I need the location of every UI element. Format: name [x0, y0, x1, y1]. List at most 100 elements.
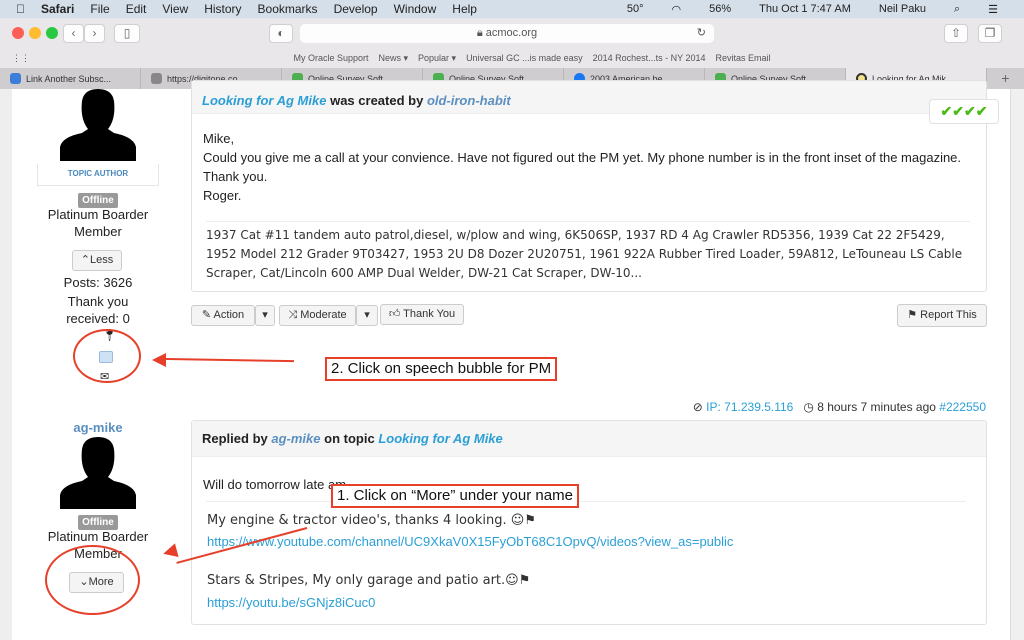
tabs-overview-button[interactable]: ❐ [978, 24, 1002, 43]
menu-edit[interactable]: Edit [126, 2, 147, 16]
less-button[interactable]: ⌃Less [72, 250, 122, 271]
moderate-button[interactable]: ⤨ Moderate [279, 305, 356, 326]
weather-text: 50° [626, 3, 644, 15]
action-button[interactable]: ✎ Action [191, 305, 255, 326]
sidebar-button[interactable]: ▯ [114, 24, 140, 43]
annotation-step-2: 2. Click on speech bubble for PM [325, 357, 558, 381]
wifi-icon[interactable]: ◠ [672, 3, 682, 16]
menu-bookmarks[interactable]: Bookmarks [258, 2, 318, 16]
status-area: 50° ◠ 56% Thu Oct 1 7:47 AM Neil Paku ⌕ … [627, 0, 1014, 18]
ip-link[interactable]: IP: 71.239.5.116 [706, 400, 793, 414]
search-icon[interactable]: ⌕ [954, 3, 960, 16]
annotation-step-1: 1. Click on “More” under your name [331, 484, 579, 508]
thanks-received: Thank you received: 0 [66, 294, 130, 326]
arrow-head-icon [161, 543, 179, 561]
post: Looking for Ag Mike was created by old-i… [191, 80, 999, 292]
menu-help[interactable]: Help [452, 2, 477, 16]
privacy-shield-icon[interactable]: ◐ [269, 24, 293, 43]
post-time: 8 hours 7 minutes ago [817, 400, 936, 414]
smiley-flag-icon: ☺⚑ [510, 513, 537, 528]
forward-button[interactable]: › [84, 24, 105, 43]
moderate-dropdown[interactable]: ▾ [356, 305, 378, 326]
close-window-button[interactable] [12, 27, 24, 39]
flag-icon: ⚑ [907, 309, 918, 321]
bookmark[interactable]: Popular ▾ [418, 53, 456, 64]
annotation-circle [73, 329, 141, 383]
url-text: acmoc.org [485, 27, 538, 39]
lock-icon: 🔒︎ [476, 27, 483, 39]
thank-you-button[interactable]: 👍︎ Thank You [380, 304, 464, 325]
signature-text: Stars & Stripes, My only garage and pati… [207, 573, 506, 588]
author-link[interactable]: ag-mike [271, 431, 320, 446]
apple-icon[interactable]:  [16, 2, 25, 16]
post-body: Will do tomorrow late am. [203, 477, 350, 492]
post-meta: ⊘ IP: 71.239.5.116 ◷ 8 hours 7 minutes a… [693, 400, 986, 414]
avatar[interactable] [60, 437, 136, 509]
user-rank: Platinum Boarder Member [47, 207, 149, 239]
battery-text[interactable]: 56% [709, 3, 731, 15]
avatar[interactable] [60, 89, 136, 161]
chevron-up-icon: ⌃ [80, 254, 90, 266]
body-line: Mike, [203, 131, 235, 146]
thumbs-up-icon: 👍︎ [388, 308, 401, 320]
user-name[interactable]: Neil Paku [879, 3, 926, 15]
post-id-link[interactable]: #222550 [939, 400, 986, 414]
menu-window[interactable]: Window [394, 2, 437, 16]
new-tab-button[interactable]: + [987, 68, 1024, 89]
menu-view[interactable]: View [162, 2, 188, 16]
menu-app[interactable]: Safari [41, 2, 74, 16]
topic-link[interactable]: Looking for Ag Mike [202, 93, 326, 108]
bookmark[interactable]: Universal GC ...is made easy [466, 53, 583, 63]
username-link[interactable]: ag-mike [30, 420, 166, 435]
minimize-window-button[interactable] [29, 27, 41, 39]
topic-link[interactable]: Looking for Ag Mike [378, 431, 502, 446]
report-button[interactable]: ⚑ Report This [897, 304, 987, 327]
annotation-arrow [159, 357, 295, 363]
menu-history[interactable]: History [204, 2, 241, 16]
bookmarks-bar: ⋮⋮ My Oracle Support News ▾ Popular ▾ Un… [0, 48, 1024, 68]
rating-checkmarks-icon: ✔✔✔✔ [929, 99, 999, 124]
signature-divider [206, 501, 966, 502]
favicon-icon [10, 73, 21, 84]
signature-line: My engine & tractor video's, thanks 4 lo… [207, 511, 536, 530]
action-dropdown[interactable]: ▾ [255, 305, 275, 326]
page-margin [0, 89, 12, 640]
arrow-head-icon [152, 353, 166, 367]
body-line: Thank you. [203, 169, 268, 184]
menu-file[interactable]: File [90, 2, 109, 16]
reload-icon[interactable]: ↻ [697, 24, 706, 43]
back-button[interactable]: ‹ [63, 24, 84, 43]
menu-develop[interactable]: Develop [334, 2, 378, 16]
annotation-circle [45, 545, 140, 615]
youtube-video-link[interactable]: https://youtu.be/sGNjz8iCuc0 [207, 595, 375, 610]
author-link[interactable]: old-iron-habit [427, 93, 511, 108]
scrollbar[interactable] [1010, 89, 1024, 640]
grid-icon[interactable]: ⋮⋮ [12, 53, 30, 64]
address-bar[interactable]: 🔒︎ acmoc.org ↻ [300, 24, 714, 43]
bookmark[interactable]: My Oracle Support [293, 53, 368, 63]
youtube-channel-link[interactable]: https://www.youtube.com/channel/UC9XkaV0… [207, 534, 733, 549]
post-count: Posts: 3626 [63, 275, 133, 290]
clock-icon: ◷ [803, 400, 814, 414]
tab[interactable]: Link Another Subsc... [0, 68, 141, 89]
signature-line: Stars & Stripes, My only garage and pati… [207, 571, 530, 590]
header-text: Replied by [202, 431, 268, 446]
header-text: on topic [324, 431, 375, 446]
favicon-icon [151, 73, 162, 84]
post-header: Replied by ag-mike on topic Looking for … [192, 421, 986, 457]
ban-icon: ⊘ [692, 400, 703, 414]
body-line: Could you give me a call at your convien… [203, 150, 962, 165]
tab-label: Link Another Subsc... [26, 73, 112, 84]
bookmark[interactable]: Revitas Email [716, 53, 771, 63]
smiley-flag-icon: ☺⚑ [505, 573, 531, 588]
zoom-window-button[interactable] [46, 27, 58, 39]
share-button[interactable]: ⇧ [944, 24, 968, 43]
menu-bar:  Safari File Edit View History Bookmark… [0, 0, 1024, 18]
list-icon[interactable]: ☰ [988, 3, 998, 16]
post: Replied by ag-mike on topic Looking for … [191, 420, 987, 625]
body-line: Roger. [203, 188, 242, 203]
bookmark[interactable]: News ▾ [378, 53, 408, 64]
bookmark[interactable]: 2014 Rochest...ts - NY 2014 [593, 53, 706, 63]
signature-text: My engine & tractor video's, thanks 4 lo… [207, 513, 507, 528]
clock-text[interactable]: Thu Oct 1 7:47 AM [759, 3, 851, 15]
